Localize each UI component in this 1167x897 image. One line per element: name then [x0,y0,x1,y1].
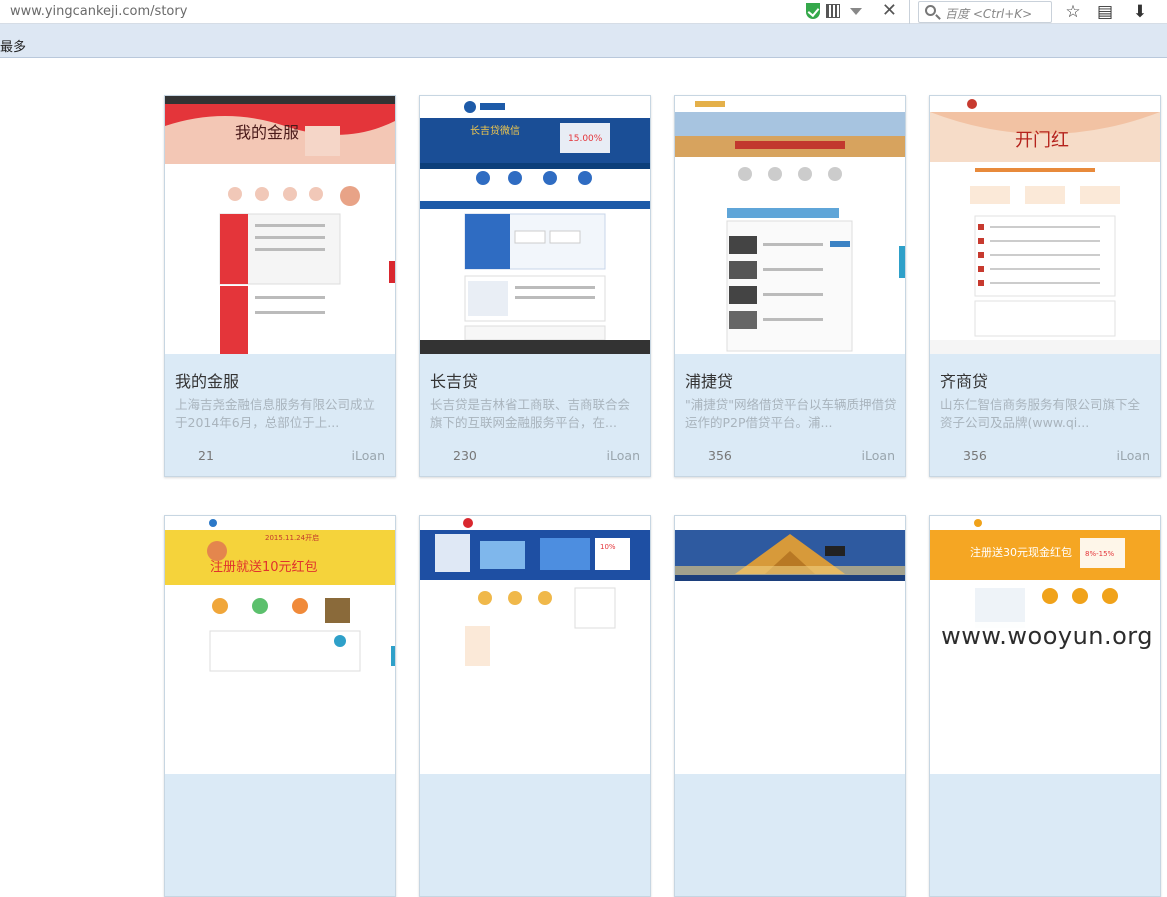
shield-icon[interactable] [805,3,820,19]
thumb-banner-text: 注册就送10元红包 [210,559,318,575]
story-card[interactable]: 长吉贷微信 15.00% 长吉贷 长吉贷是吉林省工商联、吉商联合会旗下的互联网金… [419,95,651,477]
card-view-count: 356 [708,448,732,463]
watermark-text: www.wooyun.org [937,622,1157,650]
story-card[interactable]: 注册送30元现金红包 8%-15% [929,515,1161,897]
chevron-down-icon[interactable] [849,7,862,15]
story-card[interactable]: 我的金服 我的金服 上海吉尧金融信息服务有限公司成立于2014年6月，总部位于上… [164,95,396,477]
card-description: 山东仁智信商务服务有限公司旗下全资子公司及品牌(www.qi... [940,397,1141,430]
card-thumbnail[interactable] [675,516,905,774]
thumb-date-text: 2015.11.24开启 [265,533,319,542]
story-card[interactable]: 开门红 齐商贷 山东仁智信商务服务有限公司旗下全资子公司及品牌(www.qi..… [929,95,1161,477]
card-tag[interactable]: iLoan [607,448,640,463]
thumb-rate-text: 15.00% [568,134,603,144]
thumb-banner-text: 长吉贷微信 [470,124,520,137]
thumb-banner-text: 注册送30元现金红包 [970,545,1072,559]
bookmarks-bar: 最多 [0,24,1167,58]
card-view-count: 230 [453,448,477,463]
thumb-banner-text: 我的金服 [235,123,299,142]
card-thumbnail[interactable]: 长吉贷微信 15.00% [420,96,650,354]
qr-code-icon[interactable] [825,4,840,18]
card-view-count: 356 [963,448,987,463]
search-placeholder: 百度 <Ctrl+K> [945,7,1033,21]
close-icon[interactable]: ✕ [882,2,897,20]
search-input[interactable]: 百度 <Ctrl+K> [918,1,1052,23]
card-title[interactable]: 齐商贷 [940,368,988,392]
card-tag[interactable]: iLoan [1117,448,1150,463]
thumb-rate-text: 10% [600,543,616,551]
card-thumbnail[interactable]: 10% [420,516,650,774]
card-thumbnail[interactable]: 开门红 [930,96,1160,354]
card-title[interactable]: 长吉贷 [430,368,478,392]
card-title[interactable]: 我的金服 [175,368,239,392]
browser-toolbar: www.yingcankeji.com/story ✕ 百度 <Ctrl+K> … [0,0,1167,24]
card-tag[interactable]: iLoan [862,448,895,463]
card-description: 长吉贷是吉林省工商联、吉商联合会旗下的互联网金融服务平台，在... [430,397,631,430]
card-thumbnail[interactable]: 2015.11.24开启 注册就送10元红包 [165,516,395,774]
thumb-rate-text: 8%-15% [1085,550,1115,558]
story-card[interactable]: 2015.11.24开启 注册就送10元红包 [164,515,396,897]
card-description: 上海吉尧金融信息服务有限公司成立于2014年6月，总部位于上... [175,397,376,430]
card-view-count: 21 [198,448,214,463]
card-title[interactable]: 浦捷贷 [685,368,733,392]
thumb-banner-text: 开门红 [1015,130,1069,151]
card-description: "浦捷贷"网络借贷平台以车辆质押借贷运作的P2P借贷平台。浦... [685,397,897,430]
address-bar[interactable]: www.yingcankeji.com/story ✕ [0,0,910,24]
bookmark-most-visited[interactable]: 最多 [0,36,26,55]
card-tag[interactable]: iLoan [352,448,385,463]
address-url[interactable]: www.yingcankeji.com/story [10,4,187,19]
card-thumbnail[interactable] [675,96,905,354]
card-thumbnail[interactable]: 我的金服 [165,96,395,354]
star-icon[interactable]: ☆ [1063,2,1083,22]
download-icon[interactable]: ⬇ [1130,2,1150,22]
address-tools: ✕ [805,2,897,20]
menu-icon[interactable]: ▤ [1095,2,1115,22]
story-card[interactable]: 10% [419,515,651,897]
search-icon [925,5,936,16]
story-card[interactable] [674,515,906,897]
story-card[interactable]: 浦捷贷 "浦捷贷"网络借贷平台以车辆质押借贷运作的P2P借贷平台。浦... 35… [674,95,906,477]
